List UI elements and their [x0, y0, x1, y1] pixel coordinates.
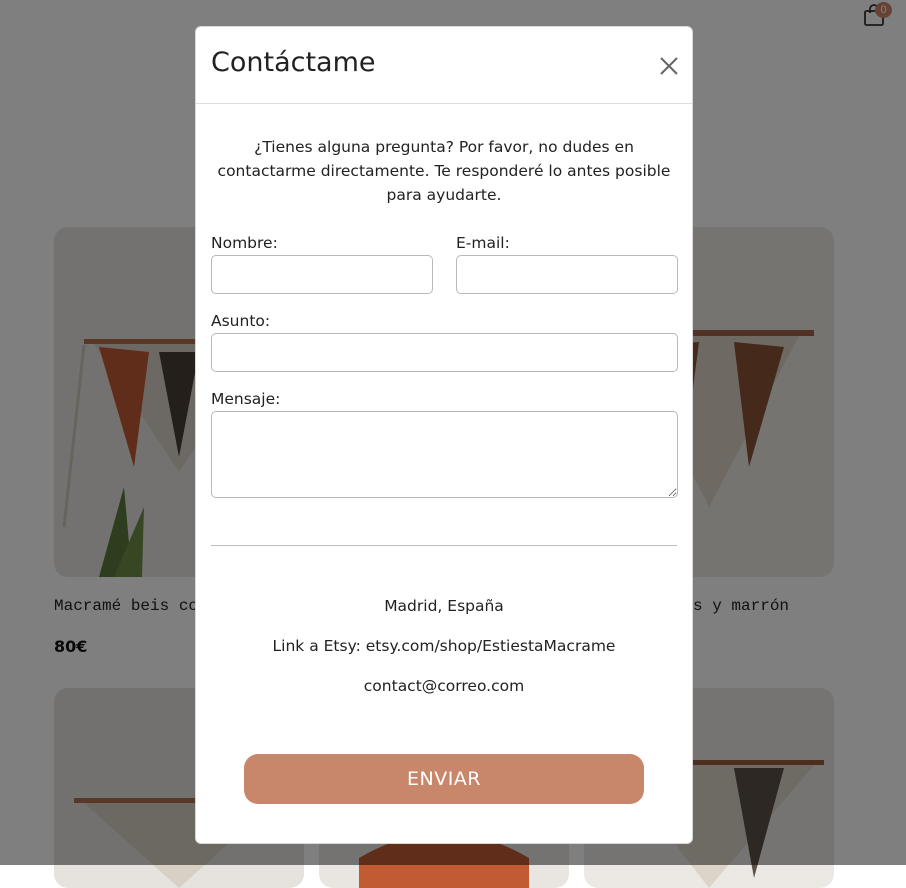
name-label: Nombre:	[211, 234, 278, 252]
close-icon[interactable]	[657, 54, 681, 78]
intro-text: ¿Tienes alguna pregunta? Por favor, no d…	[217, 138, 671, 204]
name-input[interactable]	[211, 255, 433, 294]
subject-label: Asunto:	[211, 312, 271, 330]
contact-email[interactable]: contact@correo.com	[211, 677, 677, 695]
send-button[interactable]: ENVIAR	[244, 754, 644, 804]
subject-input[interactable]	[211, 333, 678, 372]
divider	[211, 545, 677, 546]
message-textarea[interactable]	[211, 411, 678, 498]
email-input[interactable]	[456, 255, 678, 294]
modal-title: Contáctame	[211, 47, 376, 78]
contact-modal: Contáctame ¿Tienes alguna pregunta? Por …	[195, 26, 693, 844]
email-label: E-mail:	[456, 234, 510, 252]
etsy-link[interactable]: Link a Etsy: etsy.com/shop/EstiestaMacra…	[211, 637, 677, 655]
modal-header: Contáctame	[196, 27, 692, 104]
location-text: Madrid, España	[384, 597, 504, 615]
message-label: Mensaje:	[211, 390, 281, 408]
